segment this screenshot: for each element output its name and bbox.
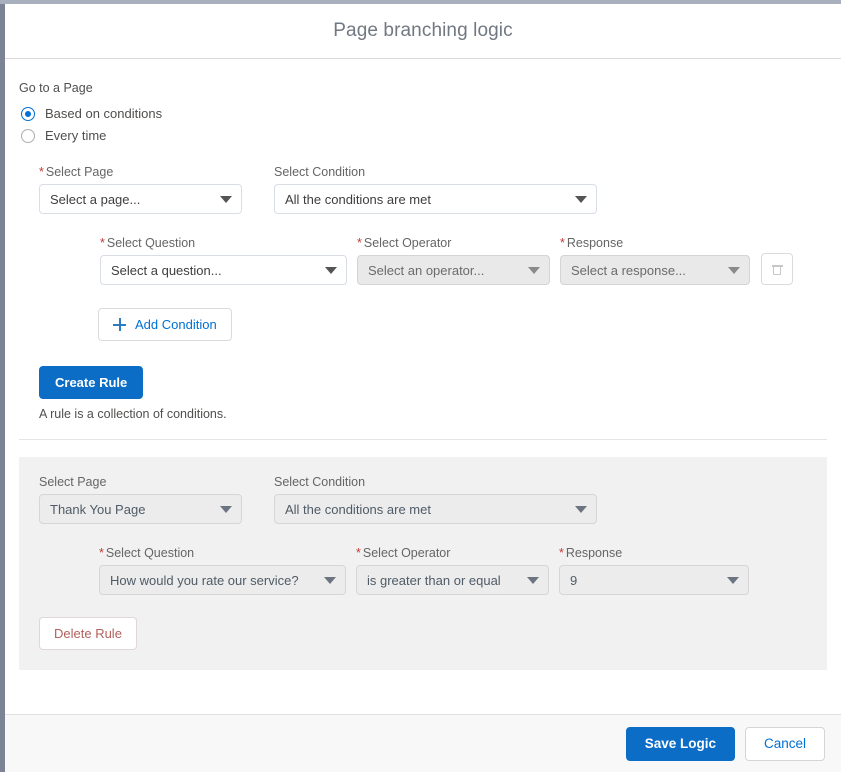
modal-header: Page branching logic bbox=[5, 4, 841, 59]
cancel-label: Cancel bbox=[763, 736, 806, 751]
select-condition-dropdown[interactable]: All the conditions are met bbox=[274, 184, 597, 214]
chevron-down-icon bbox=[325, 267, 337, 274]
chevron-down-icon bbox=[220, 506, 232, 513]
create-rule-wrapper: Create Rule bbox=[39, 366, 841, 399]
saved-select-condition-label: Select Condition bbox=[274, 475, 366, 489]
saved-field-select-question: * Select Question How would you rate our … bbox=[99, 546, 346, 595]
saved-field-select-page: Select Page Thank You Page bbox=[39, 475, 242, 524]
saved-field-select-operator: * Select Operator is greater than or equa… bbox=[356, 546, 549, 595]
saved-select-question-value: How would you rate our service? bbox=[110, 572, 299, 588]
plus-icon bbox=[113, 318, 126, 331]
add-condition-button[interactable]: Add Condition bbox=[98, 308, 232, 341]
saved-select-condition-value: All the conditions are met bbox=[285, 501, 431, 517]
required-asterisk: * bbox=[559, 546, 564, 560]
page-title: Page branching logic bbox=[333, 20, 513, 41]
select-page-label: * Select Page bbox=[39, 165, 114, 179]
cancel-button[interactable]: Cancel bbox=[744, 726, 825, 761]
radio-selected-icon bbox=[21, 106, 35, 121]
select-page-value: Select a page... bbox=[50, 191, 141, 207]
delete-rule-button[interactable]: Delete Rule bbox=[39, 617, 137, 650]
create-rule-button[interactable]: Create Rule bbox=[39, 366, 144, 399]
saved-rule-panel: Select Page Thank You Page Select Condit… bbox=[19, 457, 827, 670]
required-asterisk: * bbox=[357, 236, 362, 250]
modal-body: Go to a Page Based on conditions Every t… bbox=[5, 59, 841, 714]
saved-select-response-label: * Response bbox=[559, 546, 623, 560]
condition-row: * Select Question Select a question... * S… bbox=[100, 236, 841, 285]
delete-rule-label: Delete Rule bbox=[54, 626, 122, 641]
saved-select-operator-value: is greater than or equal bbox=[367, 572, 501, 588]
required-asterisk: * bbox=[560, 236, 565, 250]
select-response-label: * Response bbox=[560, 236, 624, 250]
chevron-down-icon bbox=[575, 196, 587, 203]
select-condition-value: All the conditions are met bbox=[285, 191, 431, 207]
select-response-value: Select a response... bbox=[571, 262, 686, 278]
radio-based-on-conditions[interactable]: Based on conditions bbox=[21, 104, 841, 123]
delete-rule-wrapper: Delete Rule bbox=[39, 617, 827, 650]
create-rule-label: Create Rule bbox=[55, 375, 128, 390]
saved-select-response-value: 9 bbox=[570, 572, 578, 588]
select-operator-label: * Select Operator bbox=[357, 236, 452, 250]
saved-condition-row: * Select Question How would you rate our … bbox=[99, 546, 827, 595]
field-select-operator: * Select Operator Select an operator... bbox=[357, 236, 550, 285]
saved-field-select-response: * Response 9 bbox=[559, 546, 749, 595]
saved-select-question-dropdown[interactable]: How would you rate our service? bbox=[99, 565, 346, 595]
saved-select-condition-dropdown[interactable]: All the conditions are met bbox=[274, 494, 597, 524]
select-operator-dropdown[interactable]: Select an operator... bbox=[357, 255, 550, 285]
saved-select-operator-label: * Select Operator bbox=[356, 546, 451, 560]
delete-condition-button[interactable] bbox=[761, 253, 793, 285]
add-condition-wrapper: Add Condition bbox=[98, 308, 841, 341]
radio-every-time-label: Every time bbox=[45, 128, 107, 143]
chevron-down-icon bbox=[575, 506, 587, 513]
chevron-down-icon bbox=[220, 196, 232, 203]
page-branching-logic-modal: Page branching logic Go to a Page Based … bbox=[5, 4, 841, 772]
rule-hint-text: A rule is a collection of conditions. bbox=[39, 407, 227, 421]
select-condition-label: Select Condition bbox=[274, 165, 366, 179]
saved-select-question-label: * Select Question bbox=[99, 546, 195, 560]
field-select-condition: Select Condition All the conditions are … bbox=[274, 165, 597, 214]
select-question-label: * Select Question bbox=[100, 236, 196, 250]
page-root: Page branching logic Go to a Page Based … bbox=[0, 0, 841, 772]
select-page-dropdown[interactable]: Select a page... bbox=[39, 184, 242, 214]
go-to-page-radio-group: Based on conditions Every time bbox=[21, 104, 841, 145]
required-asterisk: * bbox=[356, 546, 361, 560]
saved-select-operator-dropdown[interactable]: is greater than or equal bbox=[356, 565, 549, 595]
chevron-down-icon bbox=[528, 267, 540, 274]
radio-unselected-icon bbox=[21, 128, 35, 143]
select-question-dropdown[interactable]: Select a question... bbox=[100, 255, 347, 285]
trash-icon bbox=[771, 263, 783, 275]
rule-builder-section: Go to a Page Based on conditions Every t… bbox=[5, 59, 841, 440]
go-to-a-page-label: Go to a Page bbox=[19, 81, 93, 95]
chevron-down-icon bbox=[727, 577, 739, 584]
saved-rule-page-condition-row: Select Page Thank You Page Select Condit… bbox=[39, 475, 827, 524]
add-condition-label: Add Condition bbox=[135, 317, 217, 332]
select-question-value: Select a question... bbox=[111, 262, 222, 278]
rule-page-condition-row: * Select Page Select a page... Select Con… bbox=[39, 165, 841, 214]
save-logic-button[interactable]: Save Logic bbox=[625, 726, 735, 761]
field-select-response: * Response Select a response... bbox=[560, 236, 750, 285]
save-logic-label: Save Logic bbox=[644, 736, 716, 751]
required-asterisk: * bbox=[99, 546, 104, 560]
chevron-down-icon bbox=[324, 577, 336, 584]
radio-every-time[interactable]: Every time bbox=[21, 126, 841, 145]
select-response-dropdown[interactable]: Select a response... bbox=[560, 255, 750, 285]
saved-select-page-value: Thank You Page bbox=[50, 501, 146, 517]
saved-select-page-label: Select Page bbox=[39, 475, 107, 489]
chevron-down-icon bbox=[728, 267, 740, 274]
saved-field-select-condition: Select Condition All the conditions are … bbox=[274, 475, 597, 524]
section-divider bbox=[19, 439, 827, 440]
saved-select-page-dropdown[interactable]: Thank You Page bbox=[39, 494, 242, 524]
modal-footer: Save Logic Cancel bbox=[5, 714, 841, 772]
required-asterisk: * bbox=[39, 165, 44, 179]
saved-select-response-dropdown[interactable]: 9 bbox=[559, 565, 749, 595]
field-select-question: * Select Question Select a question... bbox=[100, 236, 347, 285]
field-select-page: * Select Page Select a page... bbox=[39, 165, 242, 214]
select-operator-value: Select an operator... bbox=[368, 262, 485, 278]
required-asterisk: * bbox=[100, 236, 105, 250]
radio-based-on-conditions-label: Based on conditions bbox=[45, 106, 163, 121]
chevron-down-icon bbox=[527, 577, 539, 584]
